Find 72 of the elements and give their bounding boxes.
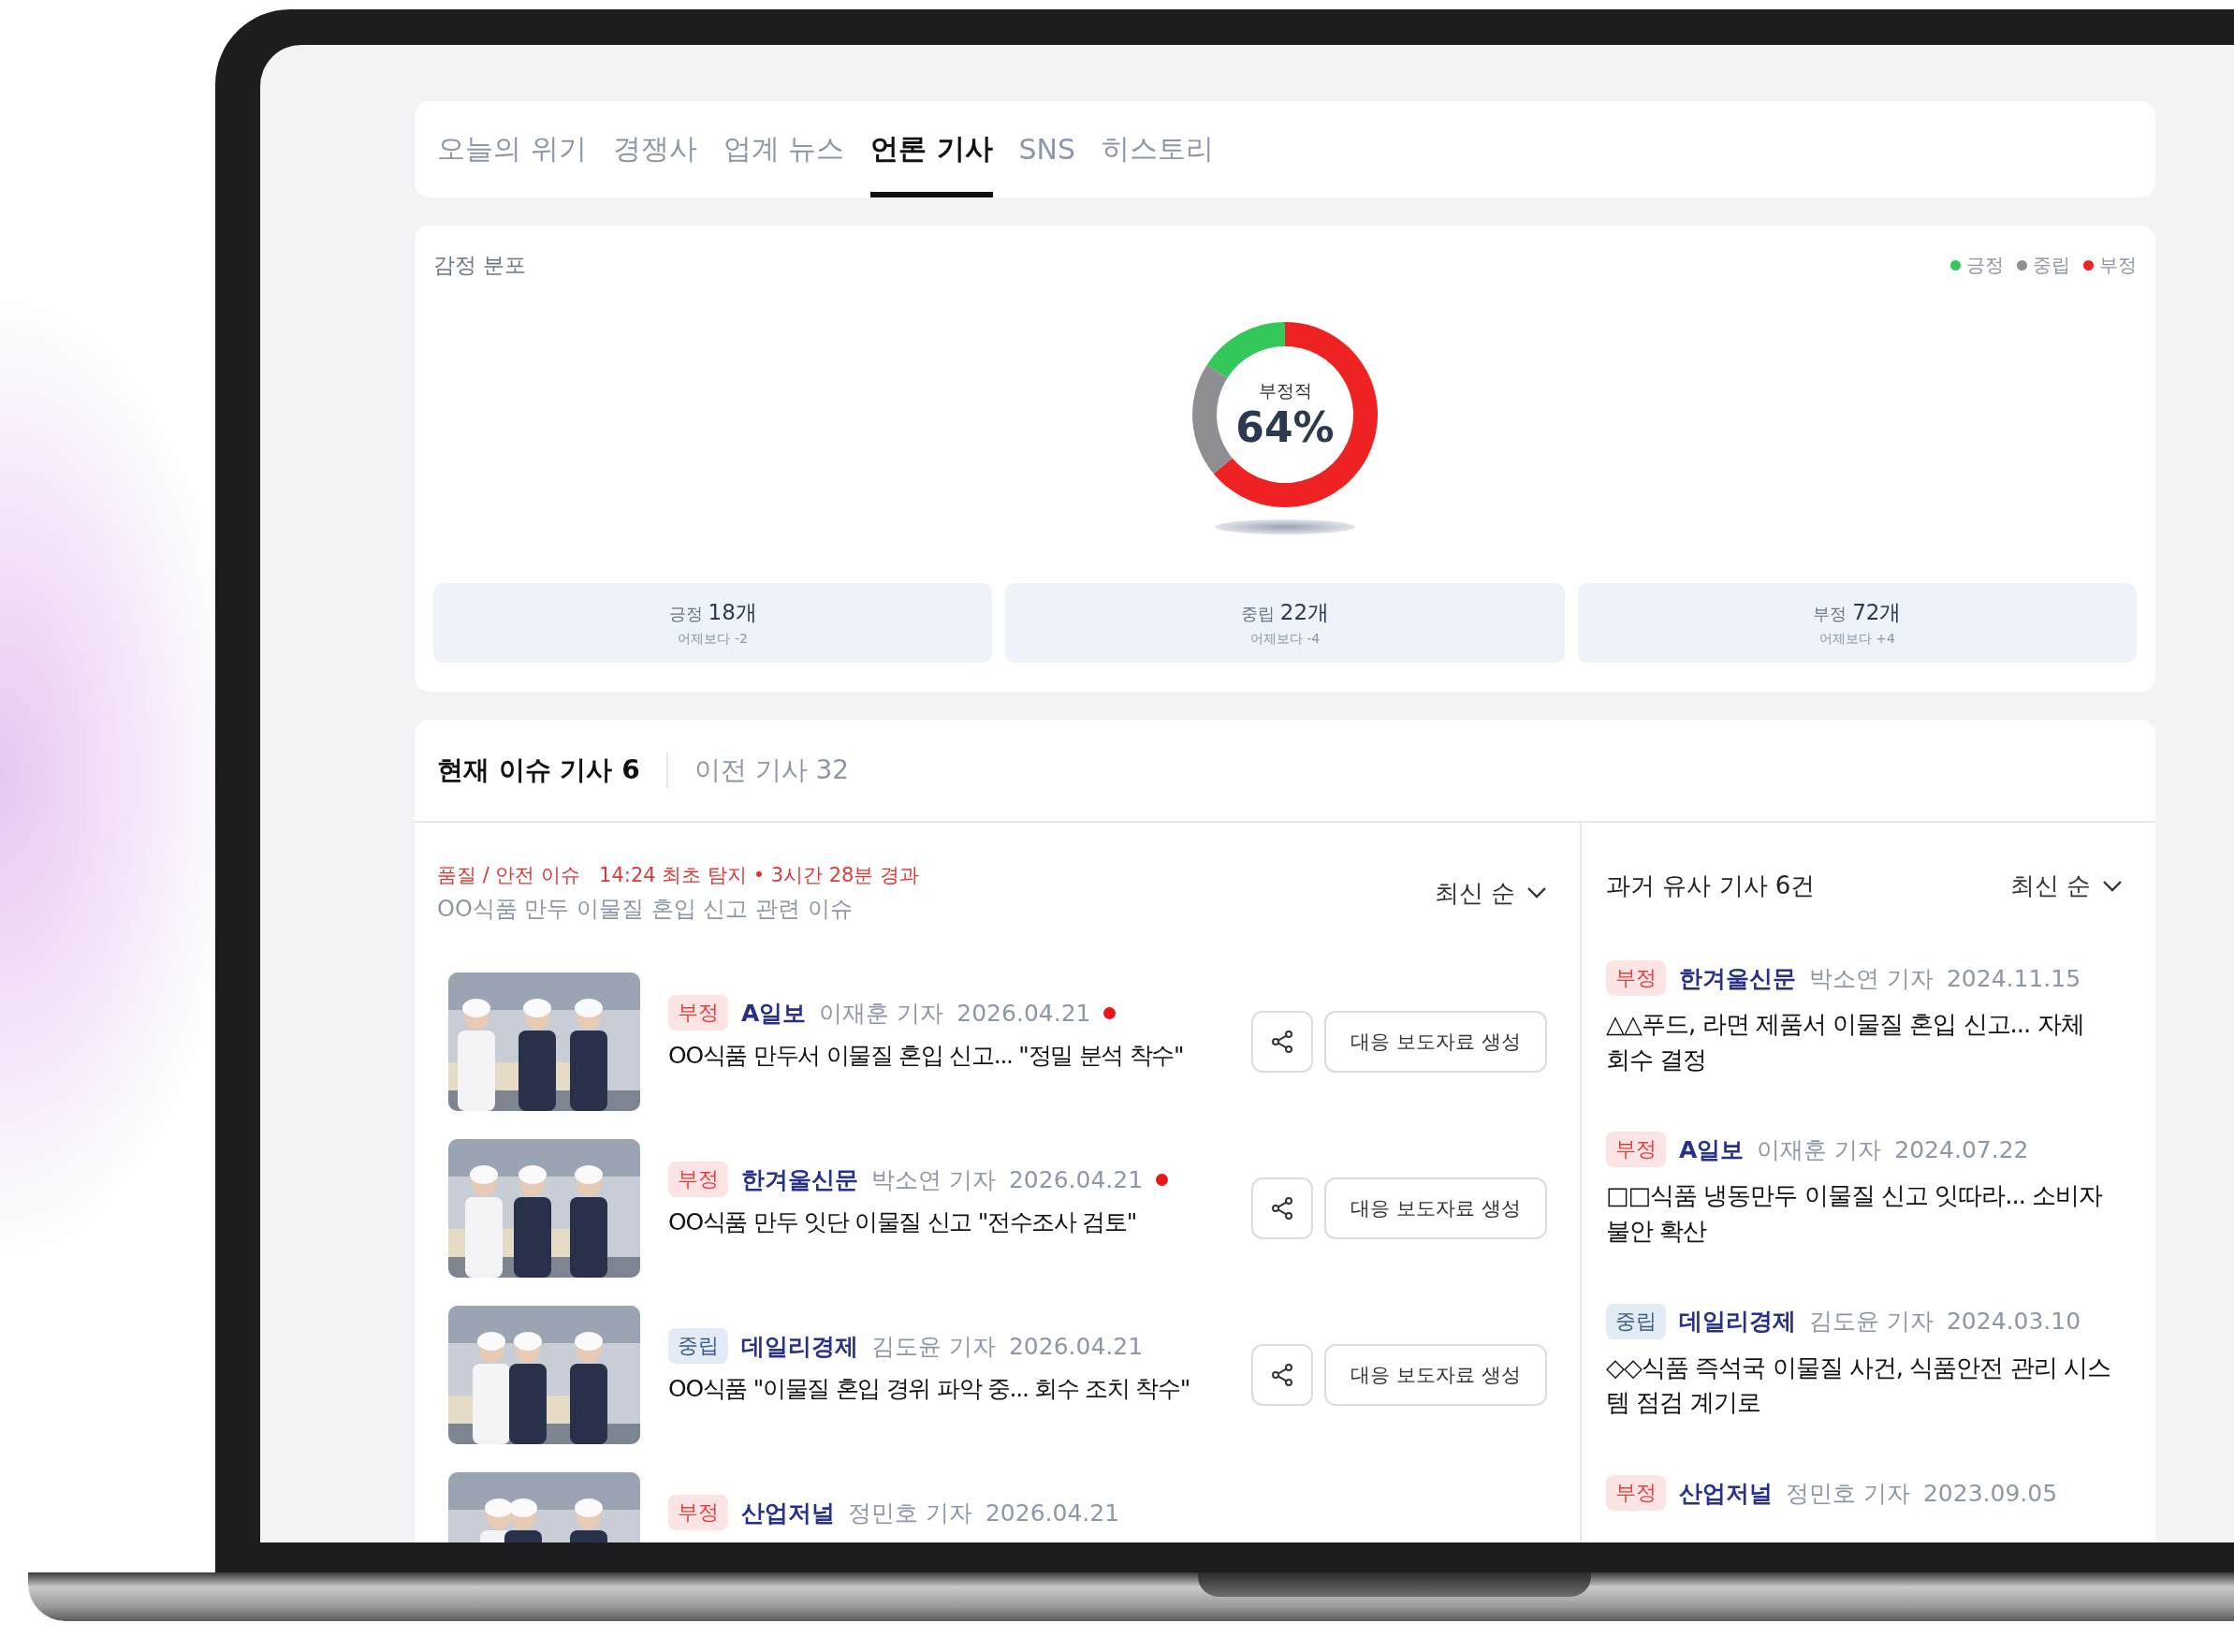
article-date: 2024.03.10 — [1946, 1308, 2081, 1336]
outlet-name: A일보 — [741, 998, 807, 1029]
stat-delta: 어제보다 -4 — [1249, 631, 1321, 648]
reporter-name: 박소연 기자 — [871, 1164, 996, 1195]
issue-category: 품질 / 안전 이슈 — [437, 863, 581, 888]
outlet-name: 한겨울신문 — [1679, 963, 1796, 994]
nav-tab[interactable]: 언론 기사 — [870, 101, 993, 197]
stat-label: 부정 — [1813, 603, 1847, 625]
reporter-name: 이재훈 기자 — [819, 998, 944, 1029]
generate-release-button[interactable]: 대응 보도자료 생성 — [1324, 1011, 1547, 1073]
generate-release-button[interactable]: 대응 보도자료 생성 — [1324, 1344, 1547, 1406]
reporter-name: 김도윤 기자 — [871, 1331, 996, 1362]
stat-count: 22개 — [1279, 599, 1330, 626]
generate-release-button[interactable]: 대응 보도자료 생성 — [1324, 1177, 1547, 1239]
article-tab[interactable]: 현재 이슈 기사 6 — [437, 753, 666, 788]
sentiment-tag: 부정 — [668, 995, 728, 1031]
share-icon — [1270, 1030, 1294, 1054]
share-button[interactable] — [1251, 1344, 1313, 1406]
article-date: 2026.04.21 — [1008, 1165, 1144, 1193]
donut-value: 64% — [1235, 402, 1335, 451]
sentiment-tag: 중립 — [668, 1328, 728, 1364]
sentiment-tag: 부정 — [668, 1162, 728, 1197]
legend-label: 긍정 — [1966, 252, 2004, 278]
reporter-name: 박소연 기자 — [1809, 963, 1934, 994]
outlet-name: 데일리경제 — [1679, 1307, 1796, 1338]
section-title: 과거 유사 기사 6건 — [1606, 870, 1816, 901]
sentiment-tag: 부정 — [1606, 1132, 1666, 1168]
sort-dropdown[interactable]: 최신 순 — [1434, 876, 1547, 910]
card-title: 감정 분포 — [433, 251, 527, 279]
stat-label: 긍정 — [668, 603, 703, 625]
reporter-name: 정민호 기자 — [848, 1498, 972, 1528]
share-icon — [1270, 1363, 1294, 1387]
outlet-name: A일보 — [1679, 1134, 1745, 1165]
sentiment-tag: 부정 — [668, 1495, 728, 1530]
stat-label: 중립 — [1240, 603, 1275, 625]
stat-delta: 어제보다 -2 — [678, 631, 748, 648]
article-headline[interactable]: □□식품 냉동만두 이물질 신고 잇따라... 소비자 불안 확산 — [1606, 1178, 2111, 1250]
outlet-name: 산업저널 — [1679, 1478, 1773, 1509]
donut-label: 부정적 — [1258, 378, 1312, 402]
issue-summary: OO식품 만두 이물질 혼입 신고 관련 이슈 — [437, 895, 854, 924]
article-date: 2026.04.21 — [956, 999, 1091, 1027]
sentiment-tag: 부정 — [1606, 960, 1666, 996]
article-headline[interactable]: △△푸드, 라면 제품서 이물질 혼입 신고... 자체 회수 결정 — [1606, 1007, 2111, 1078]
issue-detected: 14:24 최초 탐지 • 3시간 28분 경과 — [599, 863, 920, 888]
stat-delta: 어제보다 +4 — [1818, 631, 1895, 648]
chevron-down-icon — [1526, 886, 1547, 899]
sentiment-tag: 중립 — [1606, 1303, 1666, 1339]
sort-dropdown[interactable]: 최신 순 — [2009, 870, 2123, 902]
article-date: 2026.04.21 — [985, 1498, 1120, 1527]
reporter-name: 이재훈 기자 — [1757, 1134, 1882, 1165]
article-headline[interactable]: OO식품 만두서 이물질 혼입 신고... "정밀 분석 착수" — [668, 1040, 1251, 1071]
article-date: 2024.07.22 — [1894, 1135, 2029, 1163]
article-date: 2024.11.15 — [1946, 964, 2081, 992]
outlet-name: 한겨울신문 — [741, 1164, 858, 1195]
reporter-name: 정민호 기자 — [1786, 1478, 1910, 1509]
share-icon — [1270, 1196, 1294, 1221]
chevron-down-icon — [2102, 879, 2123, 893]
share-button[interactable] — [1251, 1177, 1313, 1239]
article-headline[interactable]: ◇◇식품 즉석국 이물질 사건, 식품안전 관리 시스템 점검 계기로 — [1606, 1350, 2111, 1422]
legend-label: 부정 — [2099, 252, 2137, 278]
outlet-name: 산업저널 — [741, 1498, 835, 1528]
legend-label: 중립 — [2033, 252, 2070, 278]
stat-count: 18개 — [708, 599, 757, 626]
article-headline[interactable]: OO식품 만두 잇단 이물질 신고 "전수조사 검토" — [668, 1206, 1251, 1237]
sentiment-tag: 부정 — [1606, 1475, 1666, 1512]
share-button[interactable] — [1251, 1011, 1313, 1073]
reporter-name: 김도윤 기자 — [1809, 1307, 1934, 1338]
outlet-name: 데일리경제 — [741, 1331, 858, 1362]
stat-count: 72개 — [1852, 599, 1902, 626]
article-headline[interactable]: OO식품 "이물질 혼입 경위 파악 중... 회수 조치 착수" — [668, 1373, 1251, 1404]
article-date: 2023.09.05 — [1922, 1479, 2058, 1507]
article-date: 2026.04.21 — [1008, 1332, 1144, 1360]
